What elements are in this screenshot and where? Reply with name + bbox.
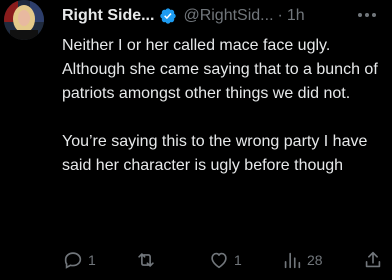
reply-icon	[62, 249, 84, 271]
retweet-icon	[135, 249, 157, 271]
tweet-paragraph: You’re saying this to the wrong party I …	[62, 133, 368, 174]
like-icon	[208, 249, 230, 271]
retweet-button[interactable]	[135, 248, 161, 272]
views-icon	[281, 249, 303, 271]
like-count: 1	[234, 252, 242, 268]
separator-dot: ·	[277, 7, 283, 24]
action-bar: 1 1 28	[62, 248, 388, 272]
author-name[interactable]: Right Side...	[62, 7, 154, 25]
timestamp[interactable]: 1h	[287, 7, 305, 25]
share-icon	[362, 249, 384, 271]
tweet[interactable]: Right Side... @RightSid... · 1h Neither …	[0, 0, 392, 280]
tweet-header: Right Side... @RightSid... · 1h	[62, 6, 305, 26]
views-count: 28	[307, 252, 323, 268]
reply-count: 1	[88, 252, 96, 268]
reply-button[interactable]: 1	[62, 248, 96, 272]
tweet-text: Neither I or her called mace face ugly. …	[62, 34, 382, 178]
tweet-paragraph: Neither I or her called mace face ugly. …	[62, 37, 378, 102]
avatar[interactable]	[4, 0, 44, 40]
verified-badge-icon	[159, 7, 177, 25]
views-button[interactable]: 28	[281, 248, 323, 272]
more-options-icon[interactable]	[355, 5, 379, 25]
share-button[interactable]	[362, 248, 384, 272]
author-handle[interactable]: @RightSid...	[183, 7, 273, 25]
like-button[interactable]: 1	[208, 248, 242, 272]
